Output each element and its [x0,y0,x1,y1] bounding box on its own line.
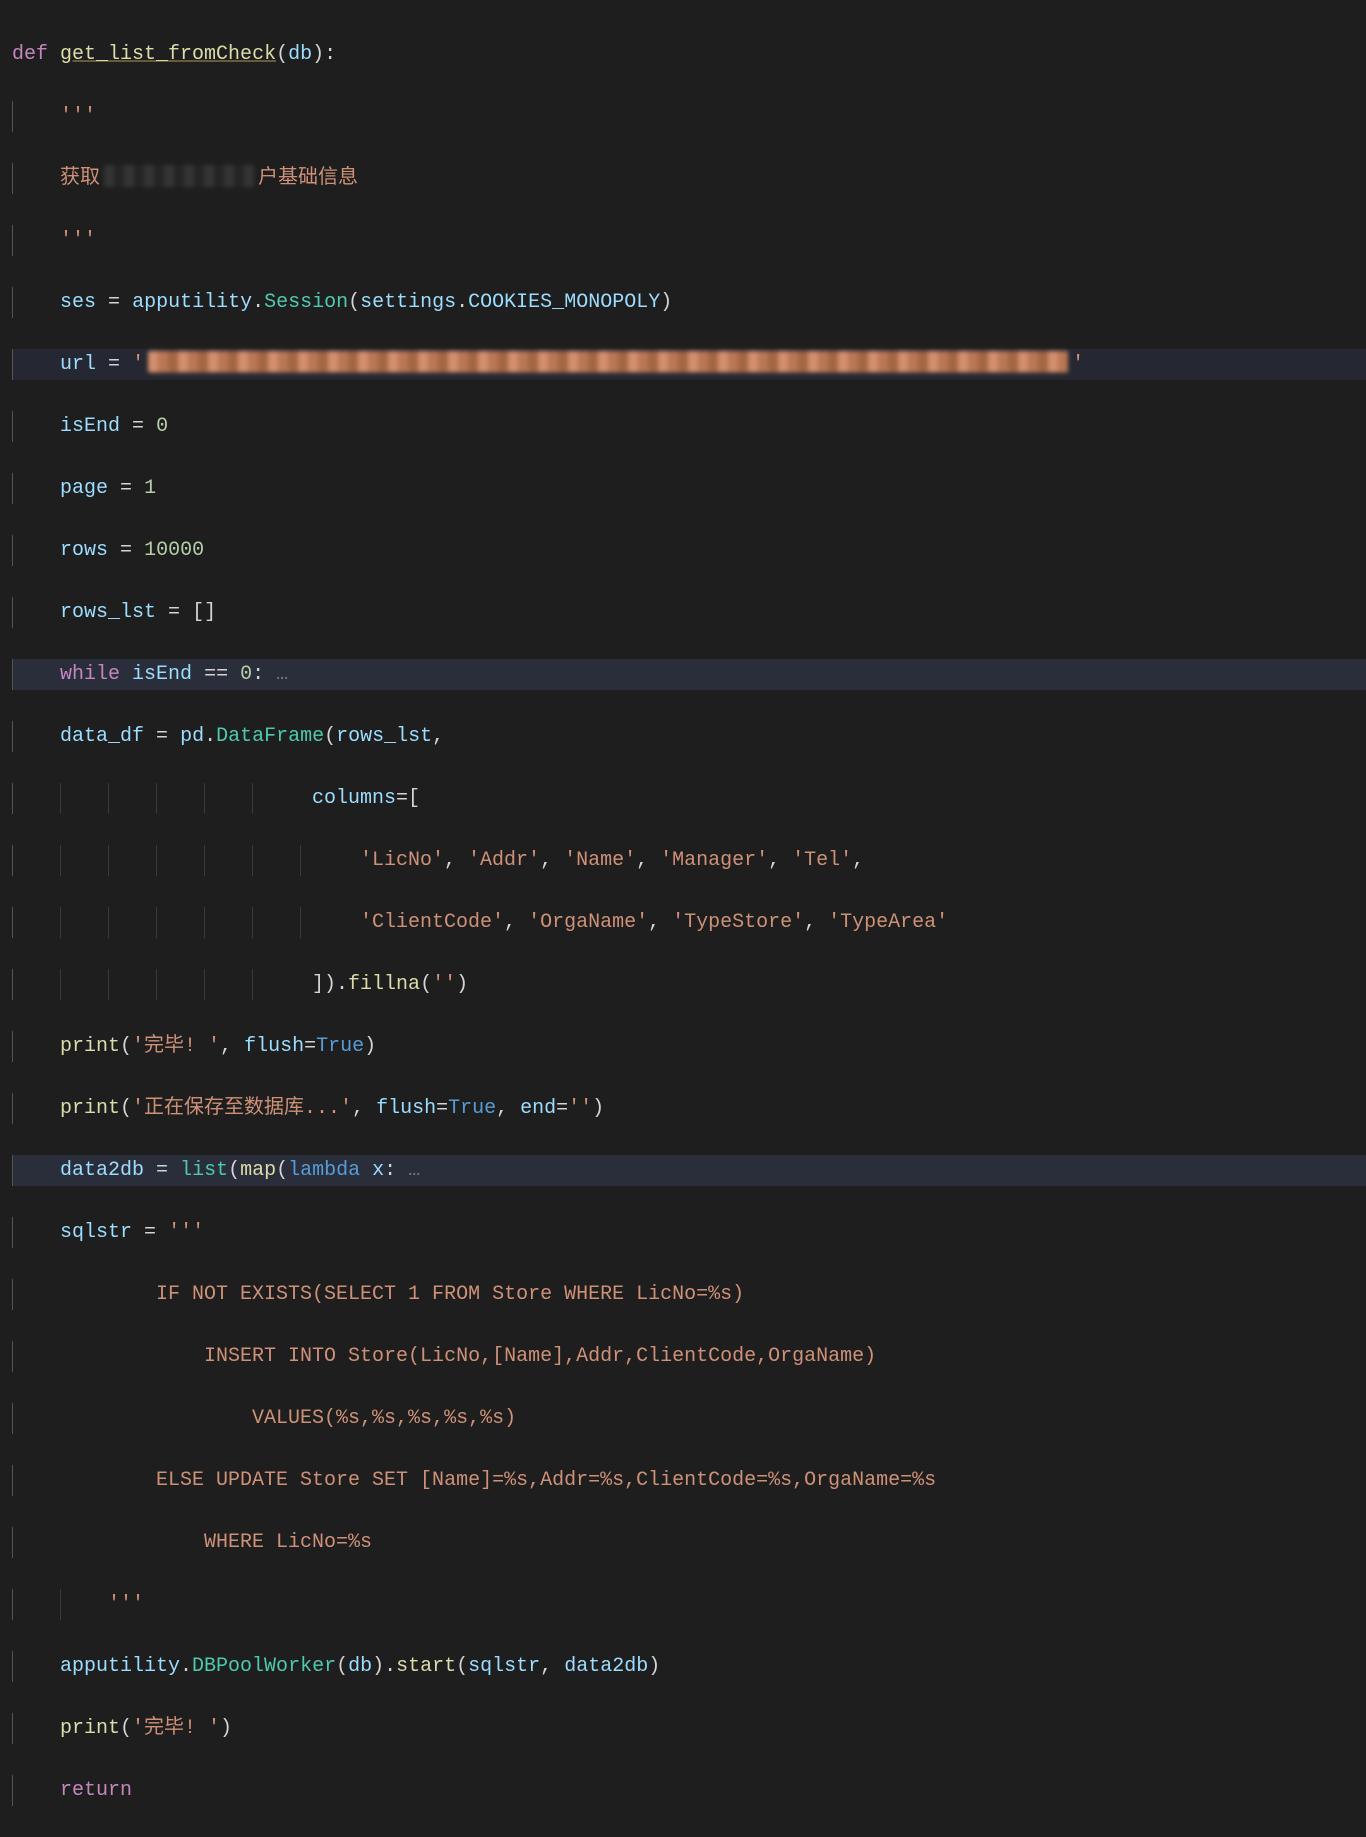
var-sqlstr: sqlstr [60,1221,132,1244]
param-db: db [288,43,312,66]
function-name: get_list_fromCheck [60,43,276,66]
docstring-open: ''' [60,105,96,128]
fn-print: print [60,1717,120,1740]
code-line-folded[interactable]: while isEnd == 0: … [12,659,1366,690]
code-line[interactable]: url = '' [12,349,1366,380]
code-line[interactable]: ELSE UPDATE Store SET [Name]=%s,Addr=%s,… [12,1465,1366,1496]
redacted-text [104,165,254,187]
arg-columns: columns [312,787,396,810]
code-line[interactable]: columns=[ [12,783,1366,814]
code-line[interactable]: ''' [12,101,1366,132]
sql-line: ELSE UPDATE Store SET [Name]=%s,Addr=%s,… [60,1469,936,1492]
var-rows: rows [60,539,108,562]
code-line[interactable]: VALUES(%s,%s,%s,%s,%s) [12,1403,1366,1434]
code-line[interactable]: rows_lst = [] [12,597,1366,628]
method-start: start [396,1655,456,1678]
fn-print: print [60,1035,120,1058]
code-line[interactable]: ''' [12,1589,1366,1620]
builtin-map: map [240,1159,276,1182]
var-datadf: data_df [60,725,144,748]
code-line[interactable]: IF NOT EXISTS(SELECT 1 FROM Store WHERE … [12,1279,1366,1310]
code-line[interactable]: ses = apputility.Session(settings.COOKIE… [12,287,1366,318]
fold-indicator-icon[interactable]: … [408,1159,420,1182]
class-session: Session [264,291,348,314]
code-line[interactable]: print('完毕! ') [12,1713,1366,1744]
doc-text-prefix: 获取 [60,167,100,190]
code-line[interactable]: data_df = pd.DataFrame(rows_lst, [12,721,1366,752]
code-line[interactable]: print('完毕! ', flush=True) [12,1031,1366,1062]
code-line[interactable]: apputility.DBPoolWorker(db).start(sqlstr… [12,1651,1366,1682]
fold-indicator-icon[interactable]: … [276,663,288,686]
fn-print: print [60,1097,120,1120]
code-line[interactable]: 'LicNo', 'Addr', 'Name', 'Manager', 'Tel… [12,845,1366,876]
redacted-url [148,351,1068,373]
code-line[interactable]: isEnd = 0 [12,411,1366,442]
code-line[interactable]: ''' [12,225,1366,256]
code-line[interactable]: rows = 10000 [12,535,1366,566]
code-line[interactable]: 'ClientCode', 'OrgaName', 'TypeStore', '… [12,907,1366,938]
sql-line: INSERT INTO Store(LicNo,[Name],Addr,Clie… [60,1345,876,1368]
keyword-lambda: lambda [288,1159,360,1182]
var-data2db: data2db [60,1159,144,1182]
doc-text-suffix: 户基础信息 [258,167,358,190]
sql-line: VALUES(%s,%s,%s,%s,%s) [60,1407,516,1430]
code-line[interactable]: print('正在保存至数据库...', flush=True, end='') [12,1093,1366,1124]
code-line[interactable]: 获取 户基础信息 [12,163,1366,194]
method-fillna: fillna [348,973,420,996]
code-line[interactable]: def get_list_fromCheck(db): [12,39,1366,70]
code-line[interactable]: WHERE LicNo=%s [12,1527,1366,1558]
const-cookies: COOKIES_MONOPOLY [468,291,660,314]
code-line[interactable]: return [12,1775,1366,1806]
code-editor[interactable]: def get_list_fromCheck(db): ''' 获取户基础信息 … [0,0,1366,1837]
builtin-list: list [180,1159,228,1182]
var-page: page [60,477,108,500]
code-line-folded[interactable]: data2db = list(map(lambda x: … [12,1155,1366,1186]
keyword-while: while [60,663,120,686]
sql-line: WHERE LicNo=%s [60,1531,372,1554]
code-line[interactable]: page = 1 [12,473,1366,504]
keyword-return: return [60,1779,132,1802]
code-line[interactable]: INSERT INTO Store(LicNo,[Name],Addr,Clie… [12,1341,1366,1372]
class-dataframe: DataFrame [216,725,324,748]
var-ses: ses [60,291,96,314]
code-line[interactable]: ]).fillna('') [12,969,1366,1000]
class-dbpoolworker: DBPoolWorker [192,1655,336,1678]
sql-line: IF NOT EXISTS(SELECT 1 FROM Store WHERE … [60,1283,744,1306]
keyword-def: def [12,43,48,66]
var-isend: isEnd [60,415,120,438]
code-line[interactable]: sqlstr = ''' [12,1217,1366,1248]
docstring-close: ''' [60,229,96,252]
var-rowslst: rows_lst [60,601,156,624]
var-url: url [60,353,96,376]
